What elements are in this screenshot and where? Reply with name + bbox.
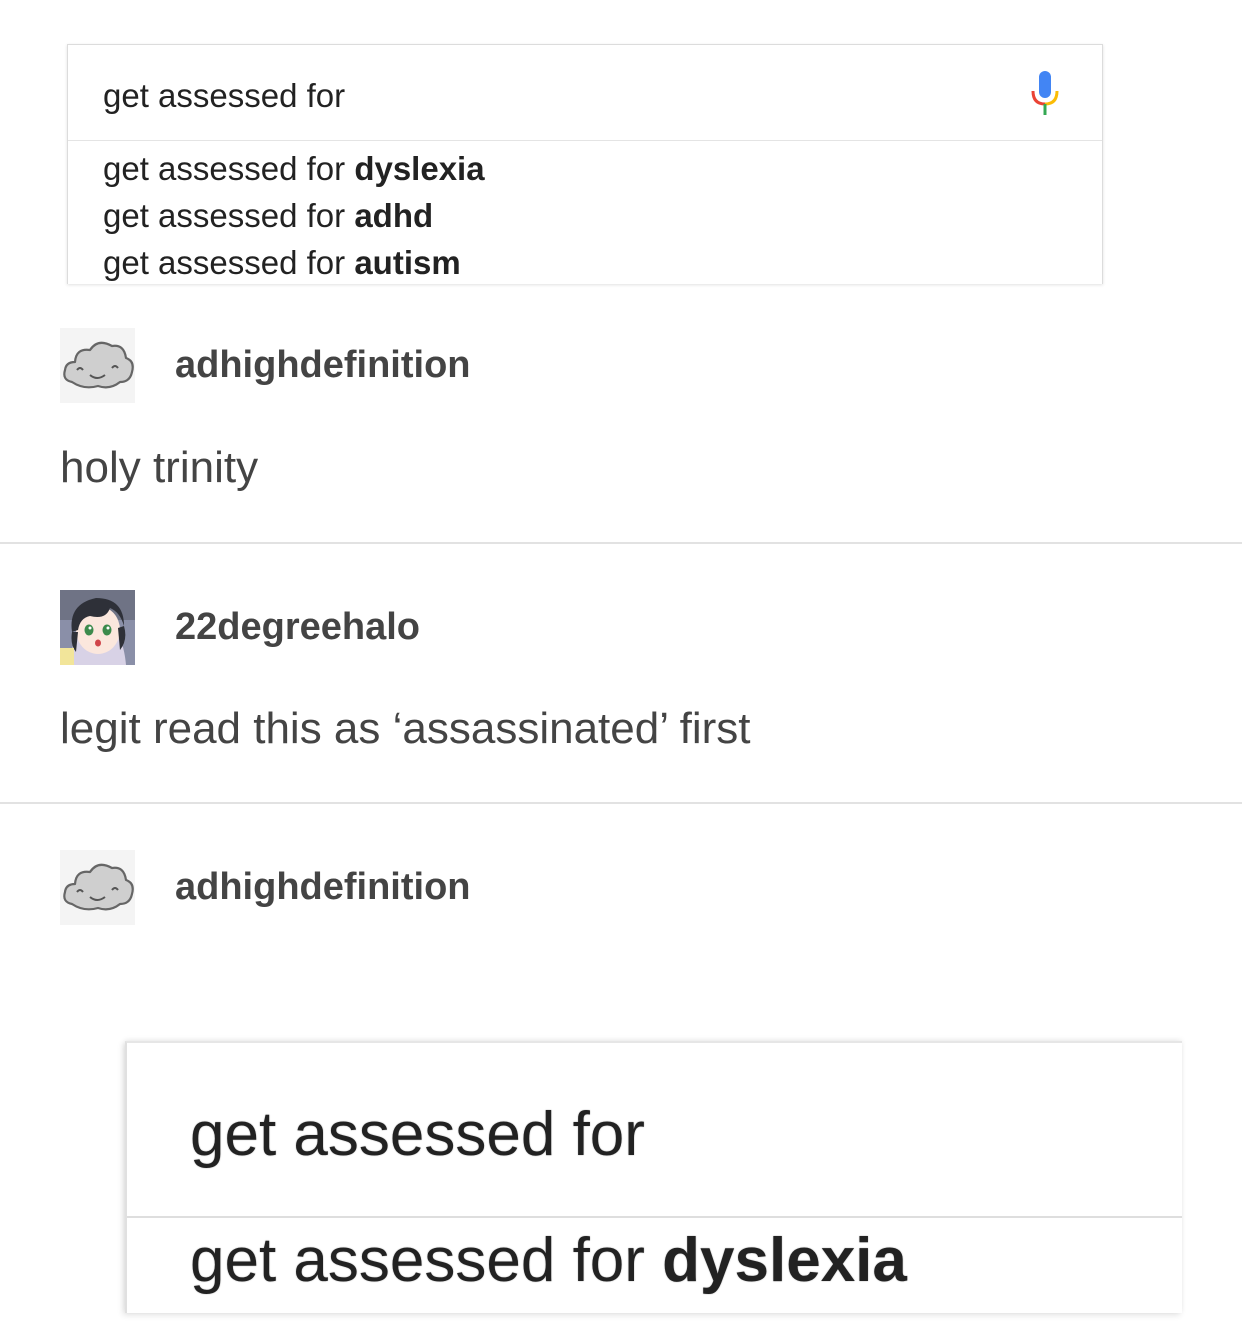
suggestion-prefix: get assessed for — [103, 244, 355, 281]
username[interactable]: adhighdefinition — [175, 866, 471, 909]
zoomed-suggestion-prefix: get assessed for — [190, 1226, 663, 1295]
username[interactable]: adhighdefinition — [175, 344, 471, 387]
suggestion-prefix: get assessed for — [103, 150, 355, 187]
anime-girl-avatar[interactable] — [60, 590, 135, 665]
search-box: get assessed for get assessed for dyslex… — [67, 44, 1103, 284]
post-divider — [0, 542, 1242, 544]
post-header: adhighdefinition — [60, 328, 471, 403]
suggestion-completion: adhd — [354, 197, 434, 234]
post-header: adhighdefinition — [60, 850, 471, 925]
post-text: holy trinity — [60, 443, 259, 492]
zoomed-search-image: get assessed for get assessed for dyslex… — [125, 1041, 1182, 1313]
search-query-row[interactable]: get assessed for — [68, 45, 1102, 141]
post-header: 22degreehalo — [60, 590, 420, 665]
username[interactable]: 22degreehalo — [175, 606, 420, 649]
suggestion-item[interactable]: get assessed for autism — [103, 239, 1102, 286]
cloud-avatar-icon[interactable] — [60, 850, 135, 925]
post-divider — [0, 802, 1242, 804]
cloud-avatar-icon[interactable] — [60, 328, 135, 403]
zoomed-search-query: get assessed for — [190, 1100, 645, 1169]
suggestion-item[interactable]: get assessed for adhd — [103, 192, 1102, 239]
zoomed-divider — [127, 1216, 1182, 1218]
post-text: legit read this as ‘assassinated’ first — [60, 704, 751, 753]
suggestion-prefix: get assessed for — [103, 197, 355, 234]
microphone-icon[interactable] — [1030, 71, 1060, 117]
zoomed-suggestion: get assessed for dyslexia — [190, 1225, 907, 1297]
suggestion-completion: autism — [354, 244, 461, 281]
suggestion-list: get assessed for dyslexia get assessed f… — [68, 141, 1102, 286]
suggestion-item[interactable]: get assessed for dyslexia — [103, 145, 1102, 192]
zoomed-suggestion-completion: dyslexia — [662, 1226, 907, 1295]
suggestion-completion: dyslexia — [354, 150, 485, 187]
search-query-text[interactable]: get assessed for — [103, 76, 345, 116]
